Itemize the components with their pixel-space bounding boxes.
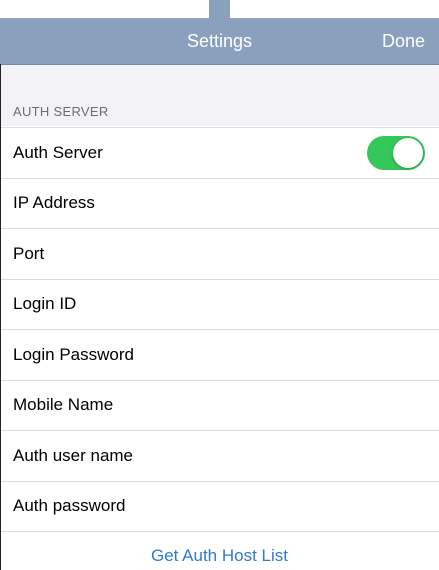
settings-screen: Settings Done AUTH SERVER Auth Server IP… — [0, 0, 439, 570]
row-auth-server[interactable]: Auth Server — [0, 127, 439, 178]
row-label: IP Address — [13, 193, 95, 213]
page-title: Settings — [186, 31, 253, 51]
done-button[interactable]: Done — [382, 18, 425, 64]
row-port[interactable]: Port — [0, 228, 439, 279]
row-ip-address[interactable]: IP Address — [0, 177, 439, 229]
settings-list: Auth Server IP Address Port Login ID Log… — [0, 127, 439, 531]
row-login-password[interactable]: Login Password — [0, 329, 439, 380]
top-tab-handle[interactable] — [209, 0, 230, 18]
section-header-auth-server: AUTH SERVER — [13, 104, 109, 119]
row-label: Auth user name — [13, 445, 134, 465]
row-label: Mobile Name — [13, 395, 114, 415]
row-label: Login ID — [13, 294, 77, 314]
row-login-id[interactable]: Login ID — [0, 278, 439, 330]
row-label: Port — [13, 243, 45, 263]
navigation-bar: Settings Done — [0, 18, 439, 65]
row-label: Login Password — [13, 344, 134, 364]
row-mobile-name[interactable]: Mobile Name — [0, 379, 439, 431]
row-label: Auth Server — [13, 142, 103, 162]
row-auth-user-name[interactable]: Auth user name — [0, 430, 439, 481]
get-auth-host-list-button[interactable]: Get Auth Host List — [0, 531, 439, 570]
auth-server-toggle[interactable] — [367, 135, 425, 170]
left-border — [0, 64, 1, 570]
toggle-knob — [393, 137, 423, 168]
row-label: Auth password — [13, 496, 126, 516]
row-auth-password[interactable]: Auth password — [0, 480, 439, 532]
